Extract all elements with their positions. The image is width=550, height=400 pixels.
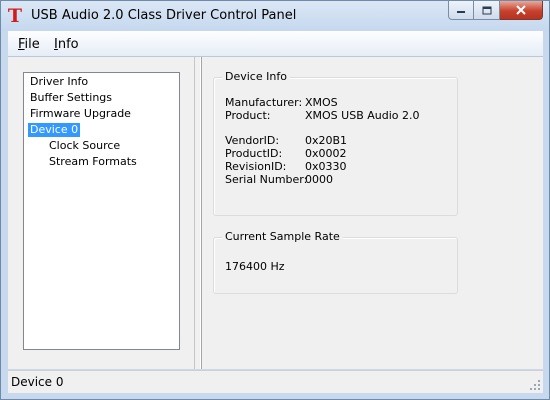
manufacturer-label: Manufacturer:: [225, 96, 303, 109]
vendor-id-value: 0x20B1: [305, 134, 348, 147]
minimize-icon: [457, 11, 465, 13]
tree-item-device-0[interactable]: Device 0: [28, 123, 81, 137]
device-info-heading: Device Info: [222, 70, 290, 83]
product-id-label: ProductID:: [225, 147, 283, 160]
window-title: USB Audio 2.0 Class Driver Control Panel: [31, 8, 297, 23]
tree-item-clock-source[interactable]: Clock Source: [47, 139, 122, 153]
sample-rate-value: 176400 Hz: [225, 260, 285, 273]
close-button[interactable]: [500, 1, 543, 20]
vendor-id-label: VendorID:: [225, 134, 280, 147]
manufacturer-value: XMOS: [305, 96, 338, 109]
menu-file[interactable]: File: [18, 37, 40, 52]
device-info-group: Device Info Manufacturer: XMOS Product: …: [213, 70, 458, 216]
minimize-button[interactable]: [448, 1, 474, 20]
revision-id-value: 0x0330: [305, 160, 347, 173]
app-icon[interactable]: T: [7, 7, 23, 26]
product-label: Product:: [225, 109, 271, 122]
close-icon: [516, 5, 526, 15]
product-value: XMOS USB Audio 2.0: [305, 109, 420, 122]
pane-splitter[interactable]: [194, 57, 202, 369]
tree-item-driver-info[interactable]: Driver Info: [28, 75, 90, 89]
menu-info[interactable]: Info: [54, 37, 79, 52]
status-bar: Device 0: [8, 370, 543, 393]
resize-grip-icon[interactable]: [529, 379, 541, 391]
navigation-tree[interactable]: Driver Info Buffer Settings Firmware Upg…: [23, 72, 180, 350]
menu-bar: File Info: [8, 31, 543, 57]
menu-file-label: ile: [24, 37, 40, 52]
maximize-icon: [482, 6, 491, 14]
status-text: Device 0: [11, 375, 64, 389]
sample-rate-group: Current Sample Rate 176400 Hz: [213, 230, 458, 294]
caption-buttons: [448, 1, 543, 21]
serial-number-value: 0000: [305, 173, 333, 186]
menu-info-label: nfo: [57, 37, 79, 52]
sample-rate-heading: Current Sample Rate: [222, 230, 343, 243]
app-window: T USB Audio 2.0 Class Driver Control Pan…: [0, 0, 550, 400]
serial-number-label: Serial Number:: [225, 173, 308, 186]
product-id-value: 0x0002: [305, 147, 347, 160]
title-bar[interactable]: T USB Audio 2.0 Class Driver Control Pan…: [1, 1, 549, 31]
tree-item-firmware-upgrade[interactable]: Firmware Upgrade: [28, 107, 133, 121]
tree-item-stream-formats[interactable]: Stream Formats: [47, 155, 139, 169]
client-area: Driver Info Buffer Settings Firmware Upg…: [8, 57, 543, 369]
revision-id-label: RevisionID:: [225, 160, 287, 173]
tree-item-buffer-settings[interactable]: Buffer Settings: [28, 91, 114, 105]
maximize-button[interactable]: [474, 1, 500, 20]
